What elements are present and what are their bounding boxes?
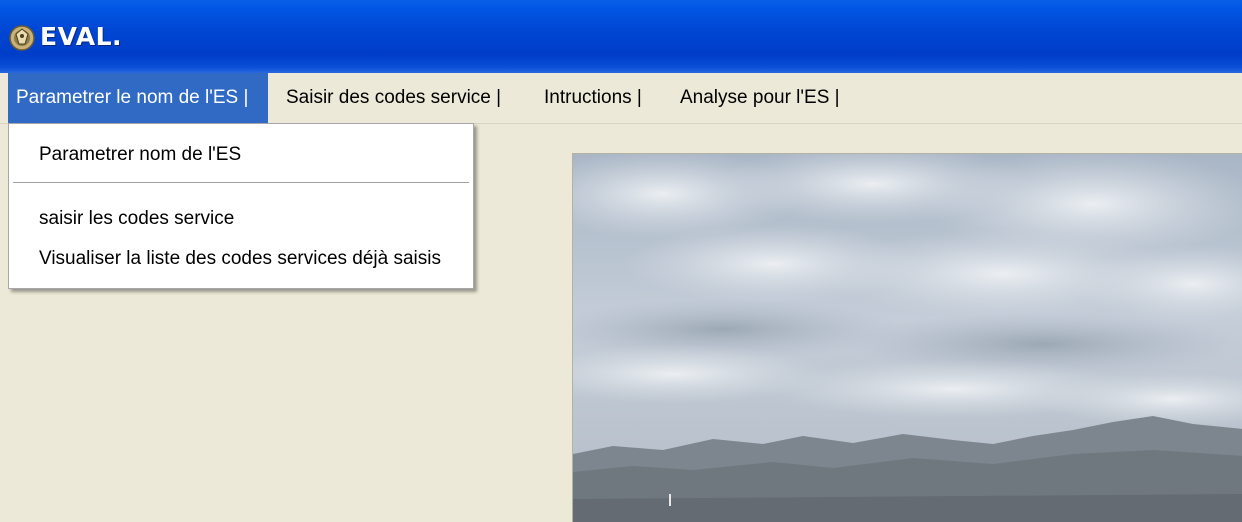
landscape-photo — [572, 153, 1242, 522]
landscape-photo-image — [573, 154, 1242, 522]
parametrer-dropdown-menu: Parametrer nom de l'ES saisir les codes … — [8, 123, 474, 289]
app-emblem-icon — [9, 25, 35, 51]
title-bar[interactable]: EVAL. — [0, 0, 1242, 73]
dropdown-item-parametrer-nom-es[interactable]: Parametrer nom de l'ES — [39, 144, 241, 166]
dropdown-separator — [13, 182, 469, 184]
menu-parametrer-nom-es[interactable]: Parametrer le nom de l'ES | — [8, 73, 268, 123]
dropdown-item-visualiser-liste-codes[interactable]: Visualiser la liste des codes services d… — [39, 248, 441, 270]
dropdown-item-saisir-codes-service[interactable]: saisir les codes service — [39, 208, 234, 230]
window-title: EVAL. — [40, 22, 123, 51]
menu-saisir-codes-service[interactable]: Saisir des codes service | — [278, 73, 509, 123]
menu-bar: Parametrer le nom de l'ES | Saisir des c… — [0, 73, 1242, 124]
menu-analyse-es[interactable]: Analyse pour l'ES | — [672, 73, 848, 123]
menu-instructions[interactable]: Intructions | — [536, 73, 650, 123]
